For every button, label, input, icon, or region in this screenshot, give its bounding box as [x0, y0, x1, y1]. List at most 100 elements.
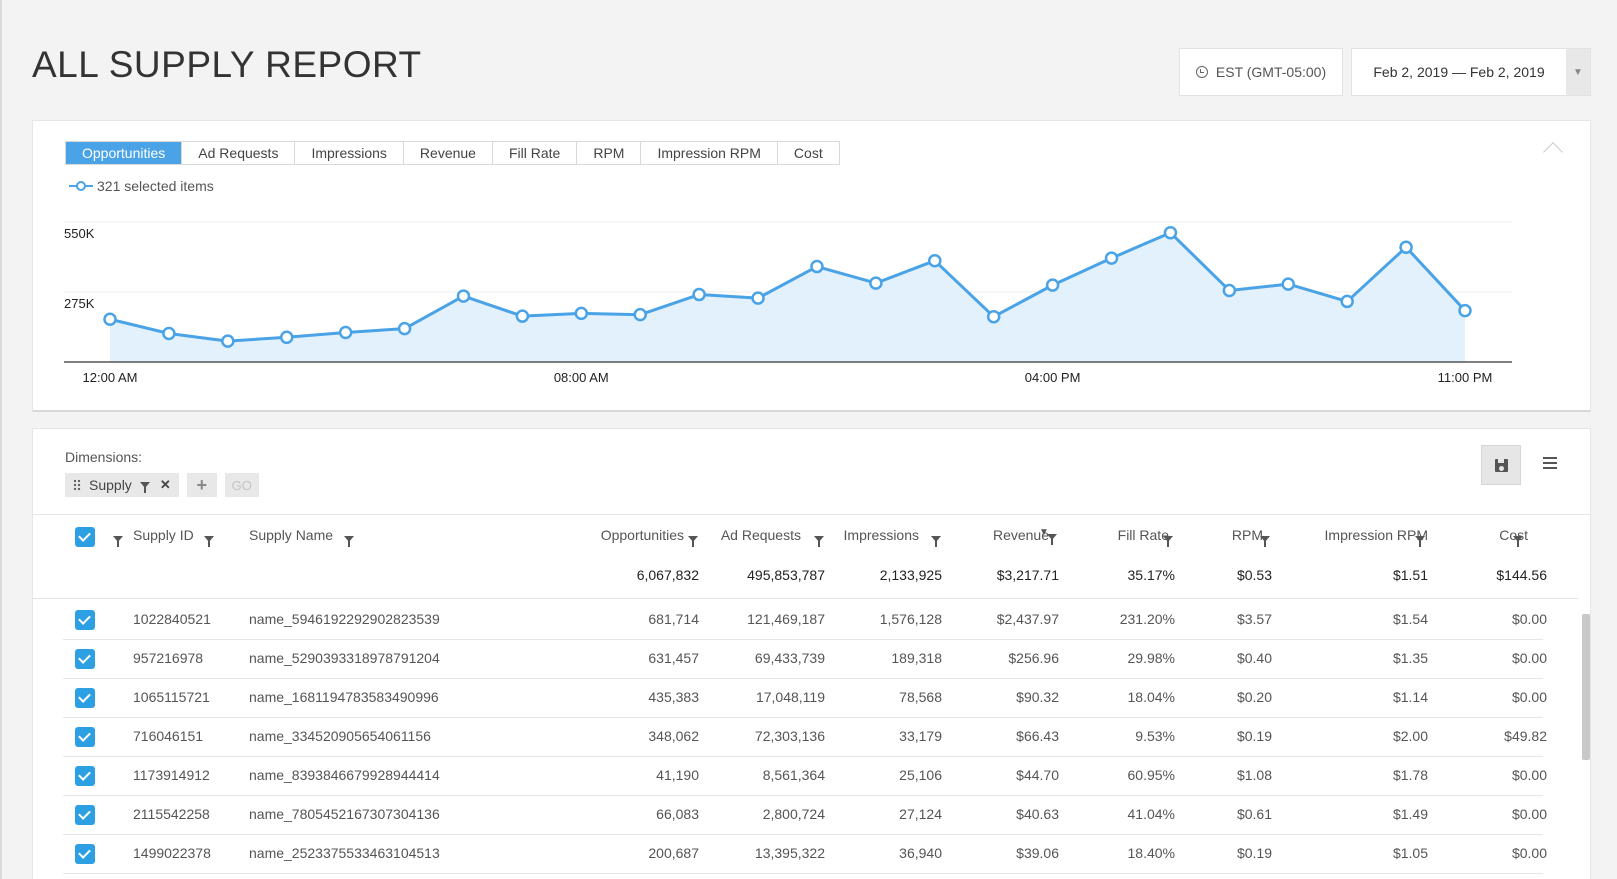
filter-icon[interactable] — [814, 536, 824, 547]
filter-icon[interactable] — [139, 482, 150, 493]
data-point — [1340, 294, 1354, 309]
cell-supply-name: name_8393846679928944414 — [249, 767, 440, 783]
cell-ad-requests: 2,800,724 — [762, 806, 825, 822]
filter-icon[interactable] — [204, 536, 214, 547]
timezone-selector[interactable]: EST (GMT-05:00) — [1179, 48, 1343, 96]
col-header-supply-id[interactable]: Supply ID — [133, 525, 194, 545]
data-point — [221, 334, 235, 348]
cell-impression-rpm: $1.35 — [1392, 650, 1428, 666]
filter-icon[interactable] — [1260, 536, 1270, 547]
sort-desc-icon[interactable]: ▼ — [1039, 523, 1049, 543]
drag-handle-icon[interactable] — [73, 479, 81, 491]
cell-fill-rate: 60.95% — [1127, 767, 1175, 783]
data-point — [515, 309, 530, 323]
cell-supply-name: name_2523375533463104513 — [249, 845, 440, 861]
data-point — [279, 330, 294, 345]
total-cost: $144.56 — [1496, 567, 1547, 583]
data-point — [1045, 278, 1060, 292]
data-point — [338, 325, 353, 340]
cell-fill-rate: 9.53% — [1135, 728, 1175, 744]
row-checkbox[interactable] — [75, 688, 95, 708]
col-header-impressions[interactable]: Impressions — [844, 525, 919, 545]
total-opportunities: 6,067,832 — [636, 567, 699, 583]
save-button[interactable] — [1481, 445, 1521, 485]
row-checkbox[interactable] — [75, 610, 95, 630]
filter-icon[interactable] — [1047, 534, 1057, 545]
opportunities-chart: 550K 275K 12:00 AM 08:00 AM 04:00 PM 11:00 PM — [64, 221, 1512, 385]
x-tick-label: 12:00 AM — [83, 370, 138, 385]
table-row[interactable]: 1499022378 name_2523375533463104513 200,68… — [63, 834, 1547, 874]
filter-icon[interactable] — [1415, 536, 1425, 547]
filter-icon[interactable] — [113, 536, 123, 547]
table-row[interactable]: 716046151 name_334520905654061156 348,062 7… — [63, 717, 1547, 757]
row-checkbox[interactable] — [75, 805, 95, 825]
scrollbar[interactable] — [1582, 614, 1590, 760]
cell-rpm: $0.61 — [1236, 806, 1272, 822]
cell-ad-requests: 17,048,119 — [755, 689, 825, 705]
date-range-label: Feb 2, 2019 — Feb 2, 2019 — [1373, 64, 1545, 80]
cell-supply-id: 1499022378 — [133, 845, 211, 861]
filter-icon[interactable] — [931, 536, 941, 547]
x-tick-label: 11:00 PM — [1438, 370, 1493, 385]
filter-icon[interactable] — [344, 536, 354, 547]
date-range-picker[interactable]: Feb 2, 2019 — Feb 2, 2019 ▼ — [1351, 48, 1591, 96]
cell-supply-id: 2115542258 — [133, 806, 210, 822]
filter-icon[interactable] — [1163, 536, 1173, 547]
col-header-rpm[interactable]: RPM — [1232, 525, 1263, 545]
data-point — [1281, 277, 1296, 291]
col-header-fill-rate[interactable]: Fill Rate — [1118, 525, 1169, 545]
cell-revenue: $2,437.97 — [996, 611, 1059, 627]
data-point — [1222, 283, 1237, 298]
cell-impressions: 189,318 — [891, 650, 942, 666]
table-panel: Dimensions: Supply ✕ + GO Supply ID Supp… — [32, 428, 1591, 879]
table-row[interactable]: 957216978 name_5290393318978791204 631,457… — [63, 639, 1547, 679]
cell-supply-id: 716046151 — [133, 728, 204, 744]
cell-opportunities: 631,457 — [648, 650, 699, 666]
menu-icon[interactable] — [1543, 457, 1557, 469]
add-dimension-button[interactable]: + — [186, 473, 217, 497]
row-checkbox[interactable] — [75, 766, 95, 786]
row-checkbox[interactable] — [75, 844, 95, 864]
dimension-chip-supply[interactable]: Supply ✕ — [65, 473, 179, 497]
cell-impression-rpm: $1.14 — [1392, 689, 1428, 705]
col-header-ad-requests[interactable]: Ad Requests — [721, 525, 801, 545]
page-title: ALL SUPPLY REPORT — [32, 44, 422, 85]
cell-impression-rpm: $1.49 — [1392, 806, 1428, 822]
col-header-cost[interactable]: Cost — [1499, 525, 1528, 545]
data-point — [162, 326, 176, 341]
timezone-label: EST (GMT-05:00) — [1215, 64, 1327, 80]
cell-cost: $0.00 — [1511, 806, 1547, 822]
cell-supply-id: 1173914912 — [133, 767, 210, 783]
close-icon[interactable]: ✕ — [160, 477, 171, 493]
total-impressions: 2,133,925 — [879, 567, 942, 583]
col-header-impression-rpm[interactable]: Impression RPM — [1325, 525, 1428, 545]
cell-opportunities: 41,190 — [656, 767, 699, 783]
data-point — [633, 307, 647, 322]
data-point — [810, 259, 824, 274]
table-row[interactable]: 1022840521 name_5946192292902823539 681,71… — [63, 600, 1547, 640]
cell-fill-rate: 18.40% — [1127, 845, 1175, 861]
filter-icon[interactable] — [688, 536, 698, 547]
table-row[interactable]: 2115542258 name_7805452167307304136 66,083… — [63, 795, 1547, 835]
save-icon — [1494, 458, 1508, 472]
table-row[interactable]: 1173914912 name_8393846679928944414 41,190… — [63, 756, 1547, 796]
go-button[interactable]: GO — [224, 473, 259, 497]
cell-rpm: $1.08 — [1236, 767, 1272, 783]
table-row[interactable]: 1065115721 name_1681194783583490996 435,38… — [63, 678, 1547, 718]
cell-cost: $0.00 — [1511, 650, 1547, 666]
cell-revenue: $66.43 — [1016, 728, 1059, 744]
row-checkbox[interactable] — [75, 649, 95, 669]
col-header-opportunities[interactable]: Opportunities — [601, 525, 684, 545]
filter-icon[interactable] — [1513, 536, 1523, 547]
cell-impressions: 78,568 — [899, 689, 942, 705]
select-all-checkbox[interactable] — [75, 527, 95, 547]
table-header-row: Supply ID Supply Name Opportunities Ad R… — [33, 515, 1578, 555]
row-checkbox[interactable] — [75, 727, 95, 747]
cell-impressions: 36,940 — [899, 845, 942, 861]
cell-ad-requests: 8,561,364 — [762, 767, 825, 783]
caret-down-icon[interactable]: ▼ — [1566, 49, 1590, 95]
col-header-supply-name[interactable]: Supply Name — [249, 525, 333, 545]
cell-opportunities: 681,714 — [648, 611, 699, 627]
cell-supply-name: name_5946192292902823539 — [249, 611, 440, 627]
cell-opportunities: 200,687 — [648, 845, 699, 861]
